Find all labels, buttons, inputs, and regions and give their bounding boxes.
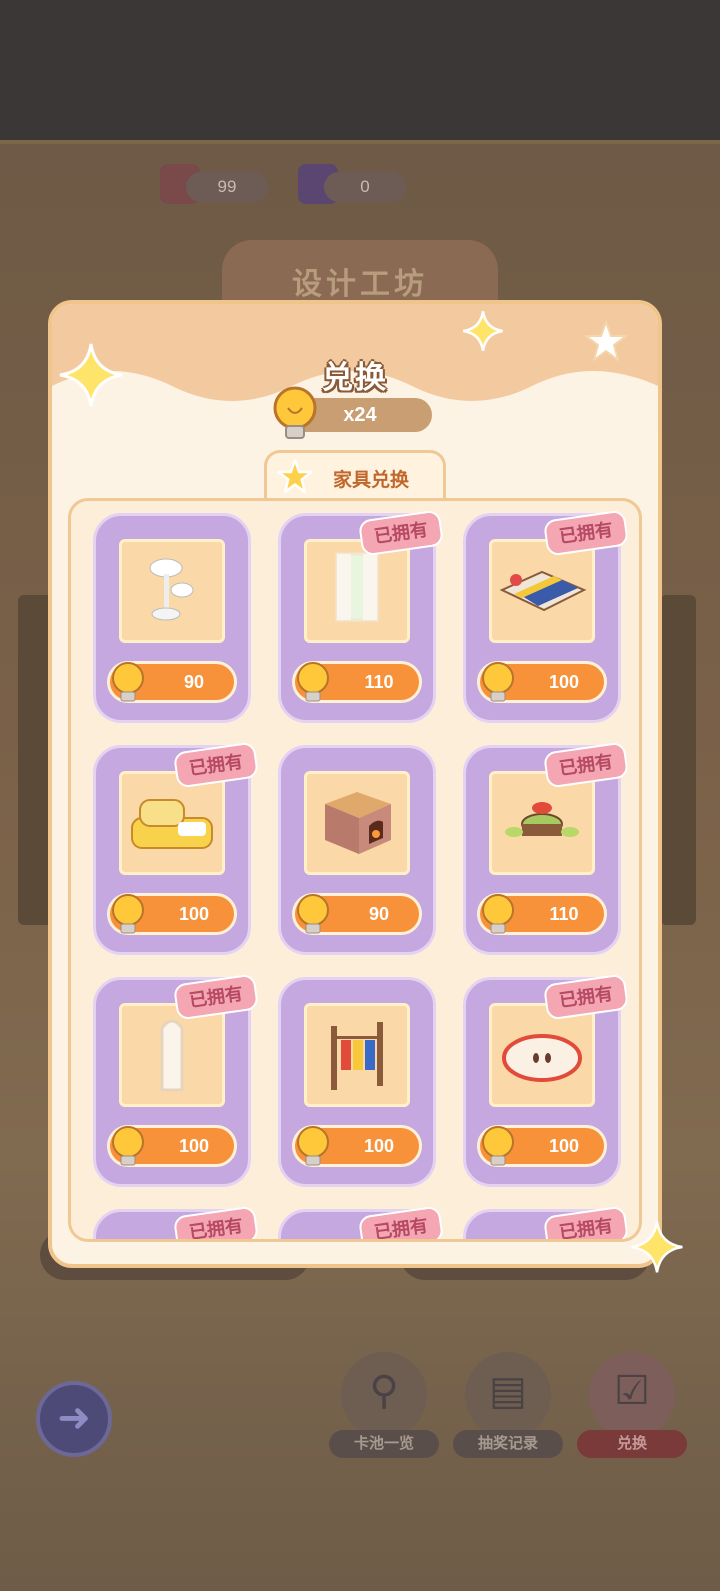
item-image-frame — [489, 539, 595, 643]
price-value: 100 — [178, 904, 210, 924]
record-search-icon: ▤ — [489, 1369, 527, 1413]
white-star-icon — [585, 321, 627, 361]
item-card-apple-rug[interactable]: 已拥有 100 — [463, 973, 630, 1187]
draw-record-label: 抽奖记录 — [453, 1430, 563, 1458]
price-value: 90 — [368, 904, 390, 924]
stump-table-icon — [505, 802, 579, 837]
furniture-grid: 90 已拥有 110 已拥有 100 已拥有 100 90 已拥有 110 已拥… — [68, 498, 642, 1242]
item-card-bed[interactable]: 已拥有 100 — [463, 509, 630, 723]
item-card-floor-mirror[interactable]: 已拥有 100 — [93, 973, 260, 1187]
exchange-dock-label: 兑换 — [577, 1430, 687, 1458]
arrow-left-icon: ➜ — [57, 1396, 91, 1440]
price-value: 90 — [183, 672, 205, 692]
bread-sofa-icon — [131, 799, 213, 849]
lightbulb-icon — [482, 894, 514, 934]
card-pool-label: 卡池一览 — [329, 1430, 439, 1458]
fireplace-icon — [325, 792, 391, 854]
item-card-partial[interactable]: 已拥有 — [463, 1205, 630, 1239]
lightbulb-icon — [482, 1126, 514, 1166]
back-button[interactable]: ➜ — [36, 1381, 112, 1457]
item-card-partial[interactable]: 已拥有 — [278, 1205, 445, 1239]
lightbulb-icon — [297, 1126, 329, 1166]
card-pool-button[interactable]: ⚲ 卡池一览 — [329, 1352, 439, 1460]
sparkle-icon — [463, 311, 503, 351]
star-icon — [277, 459, 313, 494]
price-value: 100 — [548, 672, 580, 692]
item-card-bread-sofa[interactable]: 已拥有 100 — [93, 741, 260, 955]
bed-icon — [499, 570, 587, 612]
background-shelf-right — [660, 595, 696, 925]
price-value: 100 — [548, 1136, 580, 1156]
gem-count[interactable]: 99 — [186, 172, 268, 202]
draw-record-button[interactable]: ▤ 抽奖记录 — [453, 1352, 563, 1460]
item-image-frame — [489, 1003, 595, 1107]
tab-label: 家具兑换 — [333, 470, 410, 491]
item-image-frame — [119, 539, 225, 643]
item-image-frame — [119, 1003, 225, 1107]
item-image-frame — [304, 539, 410, 643]
price-button[interactable]: 90 — [107, 661, 237, 703]
lightbulb-icon — [112, 1126, 144, 1166]
ticket-count[interactable]: 0 — [324, 172, 406, 202]
price-button[interactable]: 100 — [477, 661, 607, 703]
price-button[interactable]: 100 — [107, 893, 237, 935]
floor-mirror-icon — [160, 1019, 184, 1092]
window-curtain-icon — [335, 552, 379, 622]
tab-furniture-exchange[interactable]: 家具兑换 — [264, 450, 446, 502]
item-image-frame — [119, 771, 225, 875]
price-value: 110 — [364, 672, 394, 692]
price-value: 110 — [549, 904, 579, 924]
item-image-frame — [304, 1003, 410, 1107]
lightbulb-icon — [112, 894, 144, 934]
lightbulb-icon — [297, 894, 329, 934]
item-card-wooden-shelf[interactable]: 100 — [278, 977, 436, 1187]
price-value: 100 — [363, 1136, 395, 1156]
price-button[interactable]: 100 — [292, 1125, 422, 1167]
item-image-frame — [304, 771, 410, 875]
price-button[interactable]: 90 — [292, 893, 422, 935]
lightbulb-icon — [297, 662, 329, 702]
mushroom-lamp-icon — [149, 558, 194, 621]
item-card-stump-table[interactable]: 已拥有 110 — [463, 741, 630, 955]
price-button[interactable]: 100 — [477, 1125, 607, 1167]
lightbulb-icon — [112, 662, 144, 702]
item-card-window-curtain[interactable]: 已拥有 110 — [278, 509, 445, 723]
modal-title: 兑换 — [322, 360, 388, 395]
apple-rug-icon — [502, 1034, 582, 1082]
shopping-bag-icon: ☑ — [614, 1369, 650, 1413]
item-image-frame — [489, 771, 595, 875]
price-value: 100 — [178, 1136, 210, 1156]
item-card-fireplace[interactable]: 90 — [278, 745, 436, 955]
item-card-partial[interactable]: 已拥有 — [93, 1205, 260, 1239]
item-card-mushroom-lamp[interactable]: 90 — [93, 513, 251, 723]
magnifier-icon: ⚲ — [369, 1369, 399, 1413]
sparkle-icon — [59, 343, 123, 407]
lightbulb-icon — [482, 662, 514, 702]
wooden-shelf-icon — [331, 1022, 383, 1090]
price-button[interactable]: 100 — [107, 1125, 237, 1167]
price-button[interactable]: 110 — [292, 661, 422, 703]
price-button[interactable]: 110 — [477, 893, 607, 935]
background-top — [0, 0, 720, 140]
exchange-dock-button[interactable]: ☑ 兑换 — [577, 1352, 687, 1460]
lightbulb-icon — [273, 386, 317, 439]
